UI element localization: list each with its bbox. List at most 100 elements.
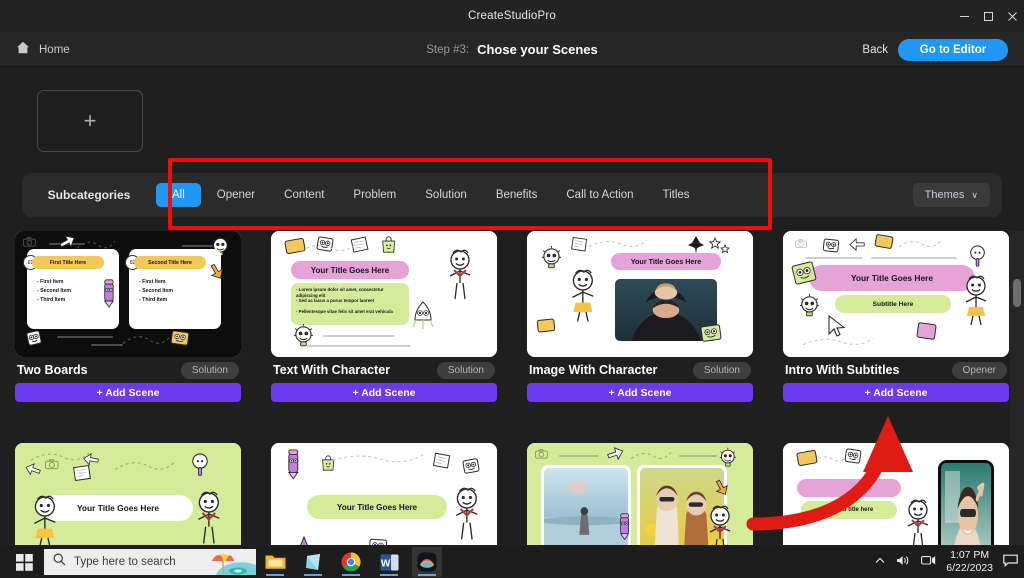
- volume-icon[interactable]: [896, 554, 911, 570]
- active-indicator: [380, 574, 398, 576]
- search-input[interactable]: Type here to search: [44, 549, 256, 575]
- step-number: Step #3:: [426, 43, 470, 56]
- microsoft-word-icon[interactable]: W: [374, 547, 404, 577]
- add-scene-button[interactable]: + Add Scene: [271, 383, 497, 402]
- add-scene-button[interactable]: + Add Scene: [527, 383, 753, 402]
- character-doodle: [34, 495, 56, 545]
- scene-thumbnail[interactable]: Your Title Goes Here: [271, 443, 497, 545]
- scene-card: Your Title Goes Here Image With Characte…: [527, 231, 753, 402]
- network-icon[interactable]: [921, 554, 936, 570]
- subcategory-tab-content[interactable]: Content: [271, 183, 337, 207]
- go-to-editor-button[interactable]: Go to Editor: [898, 39, 1008, 61]
- subcategory-tab-problem[interactable]: Problem: [340, 183, 409, 207]
- scene-thumbnail[interactable]: Your Title Goes Here: [15, 443, 241, 545]
- cursor-doodle: [828, 314, 846, 337]
- subcategory-tab-titles[interactable]: Titles: [650, 183, 703, 207]
- vertical-scrollbar-thumb[interactable]: [1013, 279, 1021, 307]
- shopping-bag-doodle: [382, 236, 396, 253]
- minimize-button[interactable]: [952, 0, 976, 32]
- scene-thumbnail[interactable]: 01 02 First Title Here Second Title Here - F…: [15, 231, 241, 357]
- scenes-content-area: + Subcategories All Opener Content Problem S…: [0, 67, 1024, 545]
- add-scene-button[interactable]: + Add Scene: [783, 383, 1009, 402]
- character-doodle: [198, 491, 220, 544]
- file-explorer-icon[interactable]: [260, 547, 290, 577]
- active-indicator: [266, 574, 284, 576]
- dashed-curve-doodle: [898, 240, 942, 248]
- subcategory-tab-solution[interactable]: Solution: [412, 183, 480, 207]
- subcategory-tab-benefits[interactable]: Benefits: [483, 183, 551, 207]
- notifications-icon[interactable]: [1003, 554, 1018, 570]
- vertical-scrollbar-track[interactable]: [1010, 231, 1024, 545]
- createstudio-icon[interactable]: [412, 547, 442, 577]
- pushpin-doodle: [688, 236, 704, 254]
- scene-thumbnail[interactable]: Second title here: [783, 443, 1009, 545]
- windows-start-icon[interactable]: [4, 546, 44, 578]
- scene-title: Your Title Goes Here: [307, 495, 447, 519]
- scene-card-name: Intro With Subtitles: [785, 363, 900, 377]
- paper-doodle: [571, 236, 588, 252]
- scene-subtitle: Subtitle Here: [835, 295, 951, 313]
- back-button[interactable]: Back: [862, 32, 888, 67]
- scene-card-grid: 01 02 First Title Here Second Title Here - F…: [0, 231, 1010, 545]
- scene-card: Your Title Goes Here Subtitle Here Intro…: [783, 231, 1009, 402]
- character-doodle: [709, 505, 731, 545]
- rocket-doodle: [412, 301, 434, 329]
- scene-card-meta: Text With Character Solution: [271, 357, 497, 383]
- face-note-doodle: [26, 330, 42, 346]
- microsoft-store-icon[interactable]: [298, 547, 328, 577]
- pencil-doodle: [103, 279, 115, 308]
- app-header: Home Step #3: Chose your Scenes Back Go …: [0, 32, 1024, 67]
- character-doodle: [965, 275, 987, 326]
- windows-taskbar: Type here to search W 1:07 PM 6/22/2023: [0, 546, 1024, 578]
- scene-body-line: - Sed ac lacus a purus tempor laoreet: [296, 298, 375, 303]
- scene-thumbnail[interactable]: Your Title Goes Here Subtitle Here: [783, 231, 1009, 357]
- scene-subtitle: Second title here: [801, 501, 897, 519]
- scene-card-meta: Intro With Subtitles Opener: [783, 357, 1009, 383]
- chevron-down-icon: ∨: [971, 189, 978, 200]
- board-bullet-right: - First Item: [139, 279, 166, 285]
- window-titlebar: CreateStudioPro: [0, 0, 1024, 32]
- maximize-button[interactable]: [976, 0, 1000, 32]
- board-bullet-left: - First Item: [37, 279, 64, 285]
- themes-dropdown[interactable]: Themes ∨: [912, 183, 990, 207]
- scene-body-line: - Pellentesque vitae felis sit amet erat…: [296, 309, 393, 314]
- thumbnail-photo: [941, 463, 991, 545]
- board-title-right: Second Title Here: [134, 256, 206, 269]
- scene-card: Second title here: [783, 443, 1009, 545]
- character-doodle: [456, 487, 478, 540]
- search-beach-illustration: [212, 554, 256, 575]
- clock-date: 6/22/2023: [946, 562, 993, 574]
- add-scene-button[interactable]: + Add Scene: [15, 383, 241, 402]
- magnifier-doodle: [192, 453, 208, 476]
- scene-title: [797, 479, 901, 497]
- subcategory-tab-call-to-action[interactable]: Call to Action: [553, 183, 646, 207]
- scene-title: Your Title Goes Here: [291, 261, 409, 279]
- scene-category-badge: Opener: [951, 361, 1007, 379]
- scene-thumbnail[interactable]: [527, 443, 753, 545]
- scene-title: Your Title Goes Here: [43, 495, 193, 521]
- scene-thumbnail[interactable]: Your Title Goes Here: [527, 231, 753, 357]
- pencil-doodle: [619, 513, 630, 541]
- svg-text:W: W: [380, 558, 390, 569]
- board-bullet-left: - Second Item: [37, 288, 72, 294]
- window-controls: [952, 0, 1024, 32]
- clock[interactable]: 1:07 PM 6/22/2023: [946, 549, 993, 575]
- dashed-curve-doodle: [802, 338, 874, 346]
- face-note-doodle: [822, 238, 840, 253]
- system-tray: 1:07 PM 6/22/2023: [874, 546, 1024, 578]
- subcategory-tabs: All Opener Content Problem Solution Benefits C…: [156, 183, 703, 207]
- scene-category-badge: Solution: [692, 361, 751, 379]
- camera-doodle: [23, 237, 36, 247]
- board-bullet-right: - Second Item: [139, 288, 174, 294]
- google-chrome-icon[interactable]: [336, 547, 366, 577]
- camera-doodle: [795, 239, 807, 248]
- add-new-scene-card[interactable]: +: [37, 90, 143, 152]
- close-button[interactable]: [1000, 0, 1024, 32]
- active-indicator: [418, 574, 436, 576]
- window-title: CreateStudioPro: [467, 10, 557, 22]
- show-hidden-icons-icon[interactable]: [874, 555, 886, 570]
- scene-card: Your Title Goes Here: [271, 443, 497, 545]
- subcategory-tab-all[interactable]: All: [156, 183, 201, 207]
- scene-thumbnail[interactable]: Your Title Goes Here - Lorem ipsum dolor …: [271, 231, 497, 357]
- subcategory-tab-opener[interactable]: Opener: [204, 183, 268, 207]
